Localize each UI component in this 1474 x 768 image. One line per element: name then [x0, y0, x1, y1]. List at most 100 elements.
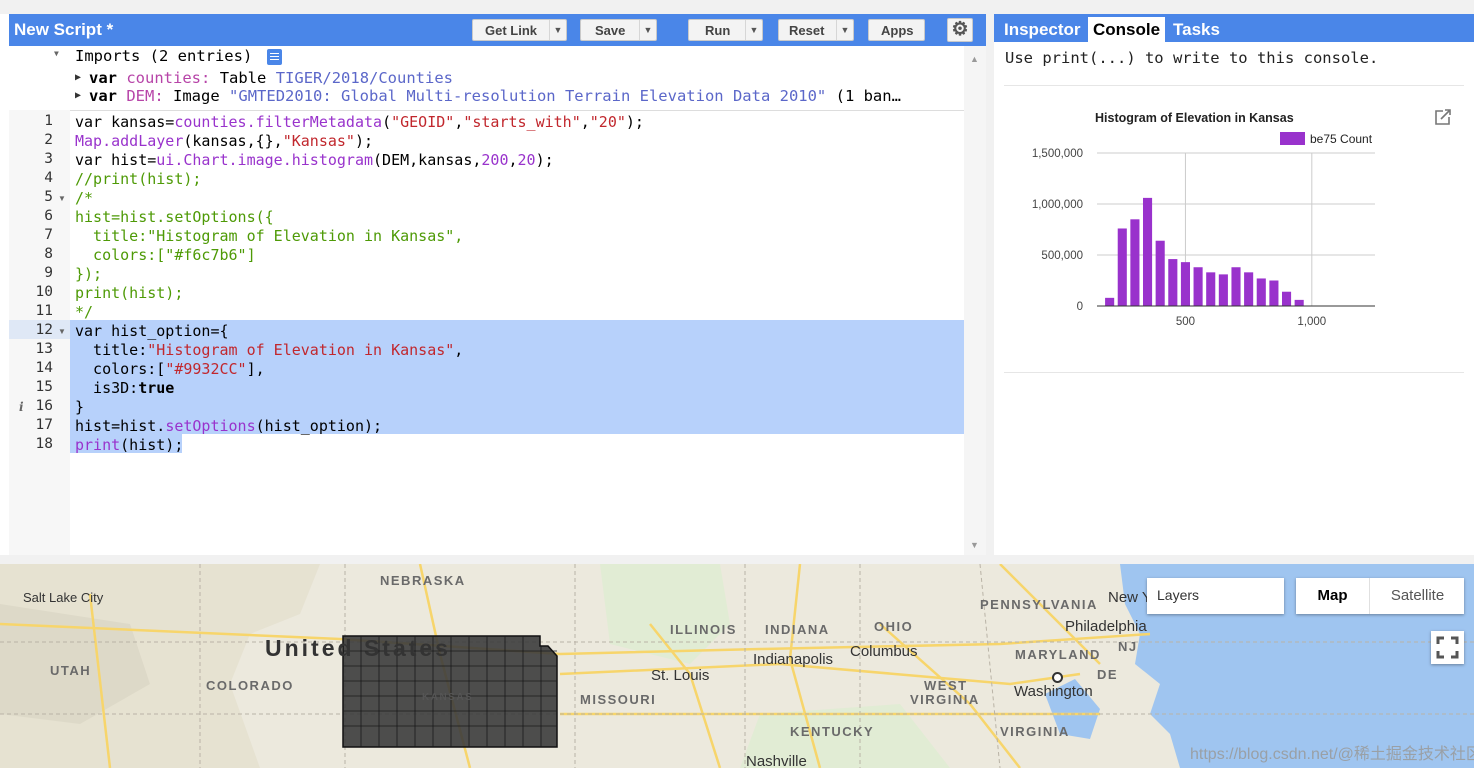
- layers-control[interactable]: Layers: [1147, 578, 1284, 614]
- code-line: var kansas=counties.filterMetadata("GEOI…: [75, 113, 644, 131]
- import-type: Table: [219, 69, 267, 87]
- line-number: 9: [44, 265, 53, 281]
- code-token: );: [625, 113, 644, 131]
- code-token: ],: [246, 360, 265, 378]
- histogram-bar: [1294, 299, 1304, 306]
- state-label: NJ: [1118, 639, 1138, 654]
- code-token: "20": [589, 113, 626, 131]
- state-label-kansas: KANSAS: [422, 692, 474, 703]
- expand-caret-icon[interactable]: ▶: [75, 72, 81, 83]
- code-token: true: [138, 379, 175, 397]
- code-line: print(hist);: [75, 284, 184, 302]
- apps-button[interactable]: Apps: [868, 19, 925, 41]
- collapse-caret-icon[interactable]: ▼: [54, 49, 59, 58]
- state-label: PENNSYLVANIA: [980, 597, 1098, 612]
- map-type-satellite-button[interactable]: Satellite: [1369, 578, 1465, 614]
- import-source[interactable]: TIGER/2018/Counties: [276, 69, 453, 87]
- code-token: setOptions: [165, 417, 256, 435]
- code-token: (hist_option);: [255, 417, 383, 435]
- run-label: Run: [705, 23, 731, 38]
- line-number: 13: [35, 341, 53, 357]
- city-label: Washington: [1014, 683, 1093, 700]
- histogram-bar: [1155, 240, 1165, 306]
- vertical-splitter[interactable]: [986, 14, 994, 555]
- editor-toolbar: New Script * Get Link ▼ Save ▼ Run ▼ Res…: [9, 14, 986, 46]
- code-token: hist=hist.: [75, 417, 166, 435]
- country-label: United States: [265, 635, 451, 661]
- histogram-bar: [1193, 267, 1203, 306]
- histogram-bar: [1130, 219, 1140, 306]
- import-extra: (1 ban…: [835, 87, 901, 105]
- code-token: "Histogram of Elevation in Kansas": [147, 341, 455, 359]
- code-line: */: [75, 303, 94, 321]
- line-number: 17: [35, 417, 53, 433]
- get-link-button[interactable]: Get Link ▼: [472, 19, 567, 41]
- chevron-down-icon[interactable]: ▼: [745, 20, 762, 40]
- document-lines: [270, 53, 279, 54]
- city-label: New Y: [1108, 589, 1152, 606]
- city-label: Indianapolis: [753, 651, 834, 668]
- code-line: is3D:true: [75, 379, 174, 397]
- line-number: 1: [44, 113, 53, 129]
- code-token: title:: [75, 341, 148, 359]
- imports-header[interactable]: Imports (2 entries): [75, 47, 252, 65]
- code-line: colors:["#9932CC"],: [75, 360, 265, 378]
- import-entry-dem[interactable]: var DEM: Image "GMTED2010: Global Multi-…: [89, 87, 901, 105]
- scroll-down-icon[interactable]: ▼: [970, 540, 979, 550]
- script-title[interactable]: New Script *: [14, 20, 113, 40]
- imports-section: ▼ Imports (2 entries) ▶ var counties: Ta…: [9, 46, 964, 111]
- fold-arrow-icon[interactable]: ▼: [58, 327, 66, 336]
- get-link-label: Get Link: [485, 23, 538, 38]
- code-line: colors:["#f6c7b6"]: [75, 246, 256, 264]
- run-button[interactable]: Run ▼: [688, 19, 763, 41]
- code-token: "starts_with": [463, 113, 581, 131]
- code-line: /*: [75, 189, 94, 207]
- code-token: );: [535, 151, 554, 169]
- state-label: UTAH: [50, 663, 92, 678]
- legend-swatch: [1280, 132, 1305, 145]
- histogram-bar: [1180, 262, 1191, 306]
- line-number: 2: [44, 132, 53, 148]
- scroll-up-icon[interactable]: ▲: [970, 54, 979, 64]
- chevron-down-icon[interactable]: ▼: [549, 20, 566, 40]
- settings-gear-icon[interactable]: ⚙: [947, 18, 973, 42]
- import-type: Image: [173, 87, 220, 105]
- layers-label: Layers: [1157, 587, 1200, 603]
- line-number: 4: [44, 170, 53, 186]
- code-line: var hist_option={: [75, 322, 229, 340]
- histogram-bar: [1105, 297, 1115, 306]
- fullscreen-button[interactable]: [1431, 631, 1464, 664]
- legend-label: be75 Count: [1310, 132, 1373, 146]
- expand-caret-icon[interactable]: ▶: [75, 90, 81, 101]
- code-token: );: [354, 132, 374, 150]
- histogram-bar: [1206, 272, 1216, 306]
- import-source[interactable]: "GMTED2010: Global Multi-resolution Terr…: [229, 87, 826, 105]
- import-entry-counties[interactable]: var counties: Table TIGER/2018/Counties: [89, 69, 453, 87]
- state-label: WEST: [924, 678, 968, 693]
- editor-scrollbar[interactable]: ▲ ▼: [964, 46, 986, 555]
- line-number: 8: [44, 246, 53, 262]
- state-label: ILLINOIS: [670, 622, 737, 637]
- chevron-down-icon[interactable]: ▼: [639, 20, 656, 40]
- import-name: DEM:: [126, 87, 164, 105]
- chevron-down-icon[interactable]: ▼: [836, 20, 853, 40]
- reset-button[interactable]: Reset ▼: [778, 19, 854, 41]
- info-icon[interactable]: i: [19, 400, 24, 414]
- popout-icon[interactable]: [1435, 109, 1451, 125]
- code-line: title:"Histogram of Elevation in Kansas"…: [75, 341, 463, 359]
- document-icon[interactable]: [267, 49, 282, 65]
- save-button[interactable]: Save ▼: [580, 19, 657, 41]
- map-type-map-button[interactable]: Map: [1296, 578, 1369, 614]
- code-token: var hist=: [75, 151, 157, 169]
- reset-label: Reset: [789, 23, 825, 38]
- line-number: 12: [35, 322, 53, 338]
- map-view[interactable]: United States KANSAS NEBRASKA UTAH COLOR…: [0, 564, 1474, 768]
- horizontal-splitter[interactable]: [0, 555, 1474, 564]
- histogram-bar: [1218, 274, 1228, 306]
- y-tick-label: 500,000: [1041, 250, 1083, 262]
- code-token: "#9932CC": [165, 360, 247, 378]
- city-label: St. Louis: [651, 667, 710, 684]
- code-area[interactable]: var kansas=counties.filterMetadata("GEOI…: [70, 110, 964, 555]
- fold-arrow-icon[interactable]: ▼: [58, 194, 66, 203]
- city-label: Nashville: [746, 753, 807, 768]
